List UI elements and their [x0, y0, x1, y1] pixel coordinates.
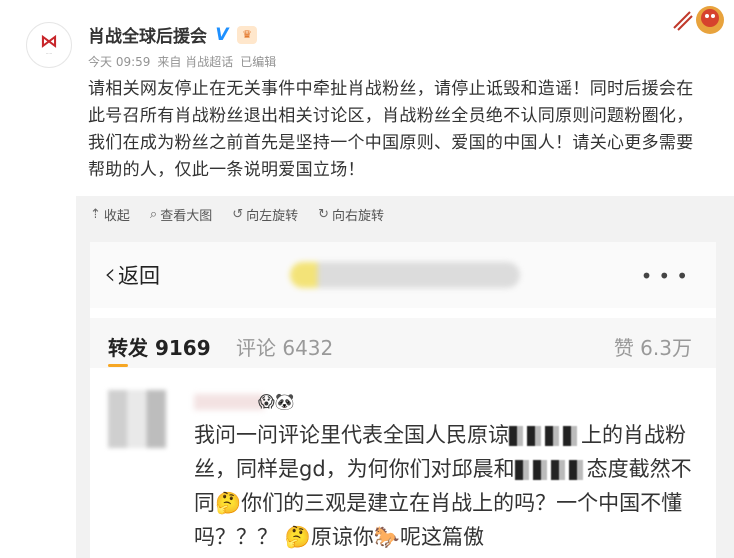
back-button: ‹ 返回	[104, 260, 160, 290]
rotate-right-icon: ↻	[318, 207, 330, 222]
rotate-right-button[interactable]: ↻ 向右旋转	[318, 205, 384, 224]
collapse-button[interactable]: ⇡ 收起	[90, 205, 130, 224]
active-tab-underline	[108, 364, 128, 367]
screenshot-navbar: ‹ 返回 •••	[90, 242, 716, 308]
comment-part-7: 呢这篇傲	[400, 525, 484, 549]
more-icon: •••	[640, 264, 694, 288]
zoom-icon: ⌕	[149, 207, 158, 222]
image-toolbar: ⇡ 收起 ⌕ 查看大图 ↺ 向左旋转 ↻ 向右旋转	[90, 205, 384, 224]
thinking-emoji-icon: 🤔	[215, 491, 242, 515]
fan-badge-icon: ♛	[237, 25, 257, 44]
view-large-button[interactable]: ⌕ 查看大图	[150, 205, 212, 224]
post-meta: 今天 09:59 来自 肖战超话 已编辑	[88, 53, 276, 70]
rotate-right-label: 向右旋转	[332, 209, 385, 224]
post-time[interactable]: 今天 09:59	[88, 53, 150, 70]
comment-item: 😱🐼 我问一问评论里代表全国人民原谅 上的肖战粉丝，同样是gd，为何你们对邱晨和态…	[90, 374, 716, 558]
embedded-screenshot[interactable]: ‹ 返回 ••• 转发 9169 评论 6432 赞 6.3万 😱🐼 我问一问评…	[90, 242, 716, 558]
blurred-title	[290, 262, 520, 288]
blurred-avatar	[108, 390, 166, 448]
collapse-label: 收起	[103, 209, 130, 224]
post-body: 请相关网友停止在无关事件中牵扯肖战粉丝，请停止诋毁和造谣！同时后援会在此号召所有…	[88, 79, 694, 180]
post-edited[interactable]: 已编辑	[240, 53, 276, 70]
emoji-badges-icon: 😱🐼	[258, 392, 295, 411]
comment-part-1: 我问一问评论里代表全国人民原谅	[194, 423, 509, 447]
back-chevron-icon: ‹	[104, 257, 116, 292]
collapse-icon: ⇡	[90, 207, 101, 222]
author-avatar[interactable]: ⋈ ·····	[26, 22, 72, 68]
horse-emoji-icon: 🐎	[373, 525, 400, 549]
author-row: 肖战全球后援会 V ♛	[88, 22, 257, 47]
rotate-left-button[interactable]: ↺ 向左旋转	[232, 205, 298, 224]
thinking-emoji-icon: 🤔	[284, 525, 311, 549]
mosaic-redaction	[509, 426, 581, 446]
fanclub-logo-icon: ⋈	[40, 31, 58, 52]
post-source[interactable]: 来自 肖战超话	[157, 53, 233, 70]
weibo-post: ⋈ ····· 肖战全球后援会 V ♛ 今天 09:59 来自 肖战超话 已编辑…	[0, 0, 734, 558]
logo-subtext: ·····	[45, 51, 53, 56]
tab-comments: 评论 6432	[236, 336, 334, 360]
comment-part-6: 原谅你	[310, 525, 374, 549]
stats-tabs: 转发 9169 评论 6432 赞 6.3万	[90, 318, 716, 368]
rotate-left-icon: ↺	[232, 207, 244, 222]
blurred-username	[194, 394, 264, 410]
rotate-left-label: 向左旋转	[246, 209, 299, 224]
tab-likes: 赞 6.3万	[613, 336, 692, 360]
tab-repost: 转发 9169	[108, 336, 211, 360]
author-name[interactable]: 肖战全球后援会	[88, 22, 207, 47]
back-label: 返回	[118, 264, 160, 288]
mosaic-redaction	[514, 460, 587, 480]
verified-icon: V	[213, 25, 231, 44]
comment-text: 我问一问评论里代表全国人民原谅 上的肖战粉丝，同样是gd，为何你们对邱晨和 态度截然…	[194, 418, 694, 554]
sticker-decoration-icon	[673, 6, 724, 34]
comment-part-4: 你们的三观是建立在肖战	[241, 491, 473, 515]
view-large-label: 查看大图	[160, 209, 213, 224]
